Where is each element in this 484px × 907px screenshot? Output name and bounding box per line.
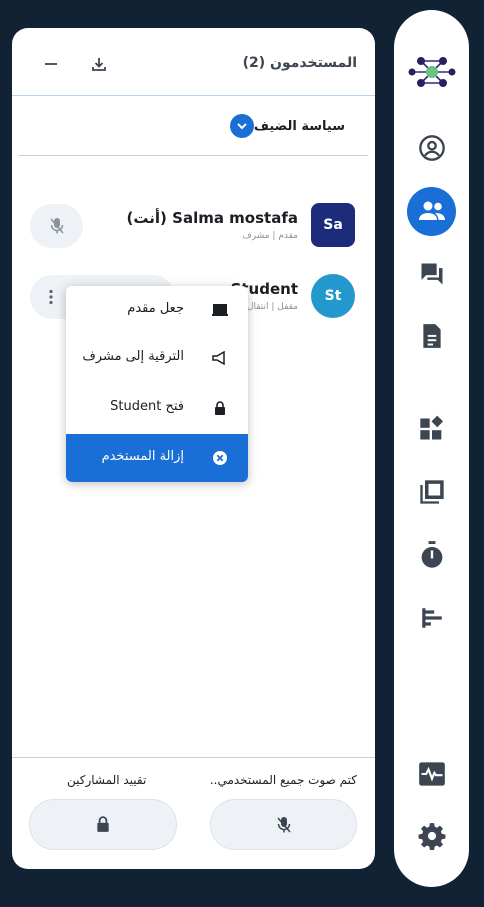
- poll-icon[interactable]: [394, 604, 469, 632]
- notes-icon[interactable]: [394, 322, 469, 350]
- avatar: St: [311, 274, 355, 318]
- chevron-down-icon: [229, 114, 254, 138]
- more-vertical-icon: [49, 289, 53, 305]
- user-actions-menu: جعل مقدم الترقية إلى مشرف فتح Student إز…: [66, 286, 248, 482]
- layers-icon[interactable]: [394, 478, 469, 506]
- users-icon[interactable]: [394, 197, 469, 225]
- user-role: مقفل | انتقال: [246, 302, 298, 312]
- lock-viewers-button[interactable]: [29, 799, 177, 850]
- menu-item-label: إزالة المستخدم: [101, 449, 184, 464]
- lock-icon: [210, 398, 230, 418]
- presentation-icon: [210, 300, 230, 320]
- chat-icon[interactable]: [394, 260, 469, 288]
- settings-icon[interactable]: [394, 822, 469, 850]
- microphone-off-icon: [49, 218, 64, 234]
- remove-circle-icon: [210, 448, 230, 468]
- guest-policy-label: سياسة الضيف: [253, 118, 345, 134]
- user-name: Salma mostafa (أنت): [126, 209, 298, 227]
- menu-item-make-presenter[interactable]: جعل مقدم: [66, 286, 248, 334]
- minimize-icon[interactable]: [41, 54, 61, 74]
- navigation-rail: [394, 10, 469, 887]
- avatar: Sa: [311, 203, 355, 247]
- footer-divider: [12, 757, 375, 758]
- guest-policy-toggle[interactable]: سياسة الضيف: [229, 114, 345, 138]
- header-divider: [12, 95, 375, 96]
- menu-item-remove-user[interactable]: إزالة المستخدم: [66, 434, 248, 482]
- menu-item-label: جعل مقدم: [127, 301, 184, 316]
- menu-item-promote[interactable]: الترقية إلى مشرف: [66, 334, 248, 382]
- mute-all-label: كتم صوت جميع المستخدمي..: [209, 773, 357, 787]
- menu-item-label: الترقية إلى مشرف: [82, 349, 184, 364]
- menu-item-unlock[interactable]: فتح Student: [66, 384, 248, 432]
- user-role: مقدم | مشرف: [242, 231, 298, 241]
- mute-all-button[interactable]: [210, 799, 357, 850]
- lock-icon: [97, 816, 109, 832]
- policy-divider: [18, 155, 368, 156]
- activity-icon[interactable]: [394, 760, 469, 788]
- apps-icon[interactable]: [394, 415, 469, 443]
- lock-viewers-label: تقييد المشاركين: [67, 773, 147, 787]
- mute-user-button[interactable]: [30, 204, 83, 248]
- menu-item-label: فتح Student: [110, 399, 184, 414]
- user-circle-icon[interactable]: [394, 134, 469, 162]
- panel-title: المستخدمون (2): [242, 55, 357, 71]
- app-logo-icon: [394, 50, 469, 94]
- user-list-item[interactable]: Sa Salma mostafa (أنت) مقدم | مشرف: [12, 203, 375, 253]
- microphone-off-icon: [276, 816, 291, 832]
- timer-icon[interactable]: [394, 540, 469, 570]
- download-icon[interactable]: [89, 54, 109, 74]
- promote-icon: [210, 348, 230, 368]
- users-panel: المستخدمون (2) سياسة الضيف Sa Salma most…: [12, 28, 375, 869]
